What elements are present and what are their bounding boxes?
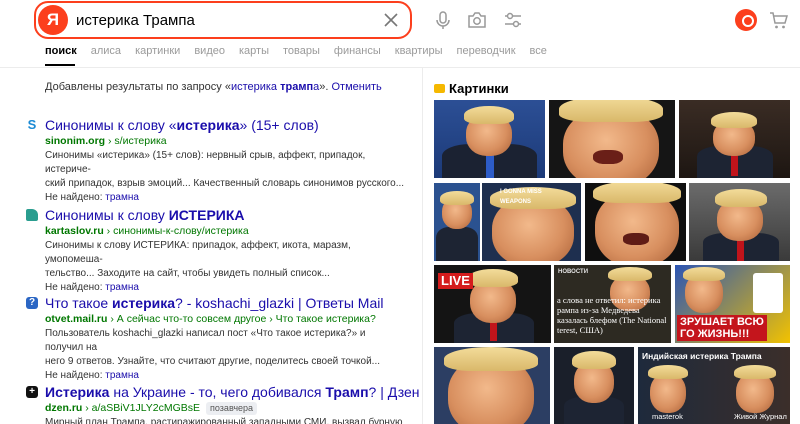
- image-caption: а слова не ответил: истерика рампа из-за…: [557, 295, 667, 335]
- close-icon[interactable]: [382, 11, 400, 29]
- kartaslov-favicon-icon: [26, 209, 38, 221]
- tab-all[interactable]: все: [530, 45, 547, 63]
- image-thumbnail[interactable]: [434, 347, 550, 424]
- missing-terms: Не найдено: трамна: [45, 192, 139, 203]
- sinonim-favicon-icon: S: [26, 117, 38, 132]
- image-thumbnail[interactable]: I GONNA MISS WEAPONS: [482, 183, 581, 261]
- panel-divider: [422, 68, 423, 424]
- filter-icon[interactable]: [502, 9, 524, 31]
- result-snippet: Мирный план Трампа, растиражированный за…: [45, 417, 403, 424]
- image-thumbnail[interactable]: [679, 100, 790, 178]
- search-box: Я: [34, 1, 412, 39]
- result-url[interactable]: kartaslov.ru › синонимы-к-слову/истерика: [45, 225, 249, 237]
- active-tab-indicator: [45, 64, 75, 66]
- tab-images[interactable]: картинки: [135, 45, 180, 63]
- cart-icon[interactable]: [768, 9, 790, 31]
- camera-icon[interactable]: [466, 9, 488, 31]
- result-item: ? Что такое истерика? - koshachi_glazki …: [26, 295, 406, 381]
- search-tabs: поиск алиса картинки видео карты товары …: [45, 45, 561, 63]
- result-snippet: Синонимы «истерика» (15+ слов): нервный …: [45, 150, 405, 203]
- image-thumbnail[interactable]: [689, 183, 790, 261]
- dzen-favicon-icon: +: [26, 386, 38, 398]
- tab-search[interactable]: поиск: [45, 45, 77, 63]
- image-thumbnail[interactable]: Индийская истерика Трампа masterok Живой…: [638, 347, 790, 424]
- result-title-link[interactable]: Синонимы к слову ИСТЕРИКА: [45, 207, 245, 223]
- missing-terms: Не найдено: трамна: [45, 370, 139, 381]
- cancel-correction-link[interactable]: Отменить: [331, 81, 381, 93]
- image-caption: Индийская истерика Трампа: [642, 351, 762, 361]
- tab-maps[interactable]: карты: [239, 45, 269, 63]
- result-snippet: Синонимы к слову ИСТЕРИКА: припадок, афф…: [45, 239, 405, 295]
- tab-realty[interactable]: квартиры: [395, 45, 443, 63]
- images-emoji-icon: [434, 84, 445, 93]
- microphone-icon[interactable]: [432, 9, 454, 31]
- query-correction-notice: Добавлены результаты по запросу «истерик…: [45, 81, 382, 93]
- image-thumbnail[interactable]: [434, 100, 545, 178]
- result-item: + Истерика на Украине - то, чего добивал…: [26, 384, 419, 424]
- header: Я поиск алиса картинки видео карты товар…: [0, 0, 800, 68]
- user-avatar-icon[interactable]: [735, 9, 757, 31]
- image-thumbnail[interactable]: НОВОСТИ а слова не ответил: истерика рам…: [554, 265, 671, 343]
- source-label: masterok: [652, 412, 683, 421]
- result-title-link[interactable]: Синонимы к слову «истерика» (15+ слов): [45, 117, 319, 133]
- mail-answers-favicon-icon: ?: [26, 297, 38, 309]
- result-title-link[interactable]: Что такое истерика? - koshachi_glazki | …: [45, 295, 383, 311]
- image-thumbnail[interactable]: [554, 347, 634, 424]
- source-label: Живой Журнал: [734, 412, 787, 421]
- result-snippet: Пользователь koshachi_glazki написал пос…: [45, 327, 405, 383]
- result-url[interactable]: sinonim.org › s/истерика: [45, 135, 167, 147]
- date-badge: позавчера: [206, 402, 258, 415]
- tab-products[interactable]: товары: [283, 45, 320, 63]
- images-panel-title[interactable]: Картинки: [434, 81, 509, 96]
- missing-terms: Не найдено: трамна: [45, 282, 139, 293]
- image-thumbnail[interactable]: ЗРУШАЕТ ВСЮ ГО ЖИЗНЬ!!!: [675, 265, 790, 343]
- tab-alice[interactable]: алиса: [91, 45, 121, 63]
- search-results: Добавлены результаты по запросу «истерик…: [0, 68, 419, 424]
- result-item: Синонимы к слову ИСТЕРИКА kartaslov.ru ›…: [26, 207, 406, 293]
- result-item: S Синонимы к слову «истерика» (15+ слов)…: [26, 117, 406, 203]
- image-thumbnail[interactable]: [585, 183, 686, 261]
- result-url[interactable]: otvet.mail.ru › А сейчас что-то совсем д…: [45, 313, 376, 325]
- live-badge: LIVE: [438, 273, 473, 289]
- tab-finance[interactable]: финансы: [334, 45, 381, 63]
- image-thumbnail[interactable]: [549, 100, 675, 178]
- tab-translator[interactable]: переводчик: [457, 45, 516, 63]
- yandex-logo[interactable]: Я: [38, 5, 68, 35]
- news-source-label: НОВОСТИ: [558, 269, 589, 275]
- search-input[interactable]: [76, 9, 366, 31]
- result-url[interactable]: dzen.ru › a/aSBiV1JLY2cMGBsE позавчера: [45, 402, 258, 415]
- result-title-link[interactable]: Истерика на Украине - то, чего добивался…: [45, 384, 419, 400]
- tab-video[interactable]: видео: [194, 45, 225, 63]
- image-thumbnail[interactable]: LIVE: [434, 265, 551, 343]
- image-caption: I GONNA MISS WEAPONS: [500, 189, 542, 205]
- image-caption: ЗРУШАЕТ ВСЮ ГО ЖИЗНЬ!!!: [677, 315, 767, 341]
- image-thumbnail[interactable]: [434, 183, 480, 261]
